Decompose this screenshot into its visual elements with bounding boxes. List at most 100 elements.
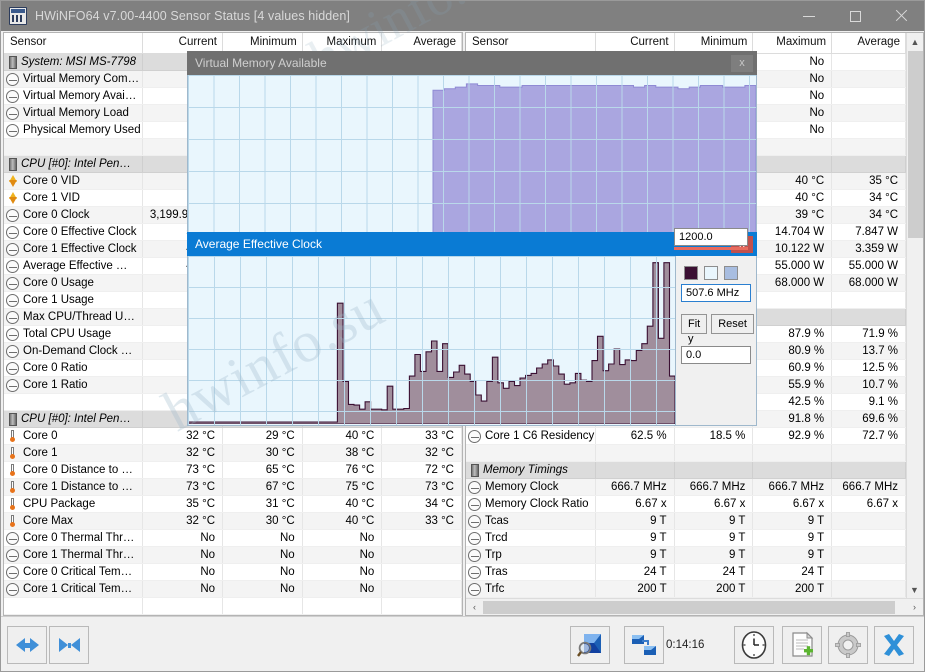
close-window-button[interactable] — [878, 1, 924, 31]
expand-columns-button[interactable] — [7, 626, 47, 664]
scroll-right-arrow-icon[interactable]: › — [906, 602, 923, 612]
table-row[interactable]: Core 1 Distance to …73 °C67 °C75 °C73 °C — [4, 479, 462, 496]
sensor-name-cell: Core 1 — [4, 445, 143, 461]
table-row[interactable]: CPU Package35 °C31 °C40 °C34 °C — [4, 496, 462, 513]
graph-2-plot-area[interactable] — [188, 256, 676, 425]
sensor-min-cell: No — [223, 547, 303, 563]
collapse-columns-button[interactable] — [49, 626, 89, 664]
scroll-down-arrow-icon[interactable]: ▼ — [907, 581, 922, 598]
sensor-max-cell: No — [753, 122, 832, 138]
sensor-min-cell: 200 T — [675, 581, 754, 597]
column-header-minimum[interactable]: Minimum — [223, 33, 303, 53]
swatch-grid-color[interactable] — [724, 266, 738, 280]
graph-window-average-effective-clock[interactable]: Average Effective Clock x 1200.0 507.6 M… — [187, 232, 757, 426]
column-header-current[interactable]: Current — [143, 33, 223, 53]
graph-window-1-close-button[interactable]: x — [731, 55, 753, 72]
vertical-scroll-thumb[interactable] — [908, 51, 923, 238]
column-header-average[interactable]: Average — [382, 33, 462, 53]
sensor-avg-cell — [832, 564, 906, 580]
swatch-line-color[interactable] — [684, 266, 698, 280]
table-row[interactable]: Core 132 °C30 °C38 °C32 °C — [4, 445, 462, 462]
sensor-cur-cell: 24 T — [596, 564, 675, 580]
clock-icon — [6, 311, 19, 324]
sensor-max-cell: 24 T — [753, 564, 832, 580]
graph-2-current-value-field[interactable]: 507.6 MHz — [681, 284, 751, 302]
table-row[interactable]: Tras24 T24 T24 T — [466, 564, 906, 581]
sensor-max-cell: 60.9 % — [753, 360, 832, 376]
table-row[interactable]: Memory Clock Ratio6.67 x6.67 x6.67 x6.67… — [466, 496, 906, 513]
column-header-sensor-right[interactable]: Sensor — [466, 33, 596, 53]
table-row[interactable]: Core 032 °C29 °C40 °C33 °C — [4, 428, 462, 445]
sensor-avg-cell: 68.000 W — [832, 275, 906, 291]
sensor-max-cell: 40 °C — [753, 173, 832, 189]
table-row[interactable]: Tcas9 T9 T9 T — [466, 513, 906, 530]
column-header-average-right[interactable]: Average — [832, 33, 906, 53]
table-row[interactable]: Trfc200 T200 T200 T — [466, 581, 906, 598]
graph-window-2-body: 1200.0 507.6 MHz Fit y Reset 0.0 — [187, 256, 757, 426]
column-header-current-right[interactable]: Current — [596, 33, 675, 53]
settings-button[interactable] — [828, 626, 868, 664]
clock-icon — [468, 498, 481, 511]
column-header-sensor[interactable]: Sensor — [4, 33, 143, 53]
table-row[interactable]: Core Max32 °C30 °C40 °C33 °C — [4, 513, 462, 530]
sensor-label: Virtual Memory Load — [23, 105, 129, 121]
table-row[interactable]: Core 0 Distance to …73 °C65 °C76 °C72 °C — [4, 462, 462, 479]
graph-1-plot-area[interactable] — [188, 75, 756, 244]
sensor-cur-cell — [596, 462, 675, 478]
maximize-button[interactable] — [832, 1, 878, 31]
graph-2-max-underline — [674, 247, 748, 250]
table-row[interactable]: Trcd9 T9 T9 T — [466, 530, 906, 547]
sensor-max-cell — [753, 156, 832, 172]
duplicate-window-button[interactable] — [624, 626, 664, 664]
sensor-name-cell: Core 0 Effective Clock — [4, 224, 143, 240]
sensor-label: Core 0 Effective Clock — [23, 224, 137, 240]
sensor-name-cell: Trfc — [466, 581, 596, 597]
sensor-max-cell: 40 °C — [753, 190, 832, 206]
table-row[interactable]: Core 1 Thermal Thr…NoNoNo — [4, 547, 462, 564]
graph-window-virtual-memory-available[interactable]: Virtual Memory Available x — [187, 51, 757, 245]
table-row[interactable]: Trp9 T9 T9 T — [466, 547, 906, 564]
sensor-cur-cell: No — [143, 581, 223, 597]
column-header-maximum-right[interactable]: Maximum — [753, 33, 832, 53]
clock-button[interactable] — [734, 626, 774, 664]
table-row[interactable]: Memory Timings — [466, 462, 906, 479]
graph-window-2-titlebar[interactable]: Average Effective Clock x — [187, 232, 757, 256]
sensor-max-cell: 38 °C — [303, 445, 383, 461]
scroll-left-arrow-icon[interactable]: ‹ — [466, 602, 483, 612]
clock-icon — [468, 430, 481, 443]
logging-button[interactable] — [782, 626, 822, 664]
horizontal-scroll-thumb[interactable] — [483, 601, 895, 614]
window-controls — [786, 1, 924, 31]
swatch-background-color[interactable] — [704, 266, 718, 280]
minimize-button[interactable] — [786, 1, 832, 31]
table-row[interactable]: Core 0 Critical Tem…NoNoNo — [4, 564, 462, 581]
scroll-up-arrow-icon[interactable]: ▲ — [907, 33, 923, 50]
sensor-preview-button[interactable] — [570, 626, 610, 664]
close-button[interactable] — [874, 626, 914, 664]
sensor-min-cell: 9 T — [675, 530, 754, 546]
sensor-max-cell: 9 T — [753, 547, 832, 563]
sensor-min-cell: 9 T — [675, 513, 754, 529]
column-header-maximum[interactable]: Maximum — [303, 33, 383, 53]
table-row[interactable] — [466, 445, 906, 462]
sensor-label: Memory Timings — [483, 462, 568, 478]
horizontal-scroll-track[interactable] — [483, 600, 906, 615]
sensor-max-cell: 9 T — [753, 530, 832, 546]
graph-window-1-titlebar[interactable]: Virtual Memory Available x — [187, 51, 757, 75]
table-row[interactable]: Core 1 C6 Residency62.5 %18.5 %92.9 %72.… — [466, 428, 906, 445]
graph-2-max-value-field[interactable]: 1200.0 — [674, 228, 748, 246]
sensor-max-cell: 40 °C — [303, 428, 383, 444]
graph-2-min-value-field[interactable]: 0.0 — [681, 346, 751, 364]
close-icon — [895, 10, 907, 22]
column-header-minimum-right[interactable]: Minimum — [675, 33, 754, 53]
table-row[interactable]: Core 1 Critical Tem…NoNoNo — [4, 581, 462, 598]
right-pane-horizontal-scrollbar[interactable]: ‹ › — [466, 598, 923, 615]
table-row[interactable]: Memory Clock666.7 MHz666.7 MHz666.7 MHz6… — [466, 479, 906, 496]
fit-y-button[interactable]: Fit y — [681, 314, 707, 334]
table-row[interactable]: Core 0 Thermal Thr…NoNoNo — [4, 530, 462, 547]
reset-button[interactable]: Reset — [711, 314, 754, 334]
sensor-name-cell: Core 1 Distance to … — [4, 479, 143, 495]
right-pane-vertical-scrollbar[interactable]: ▲ ▼ — [906, 33, 923, 598]
sensor-label: Physical Memory Used — [23, 122, 141, 138]
table-row[interactable] — [4, 598, 462, 615]
